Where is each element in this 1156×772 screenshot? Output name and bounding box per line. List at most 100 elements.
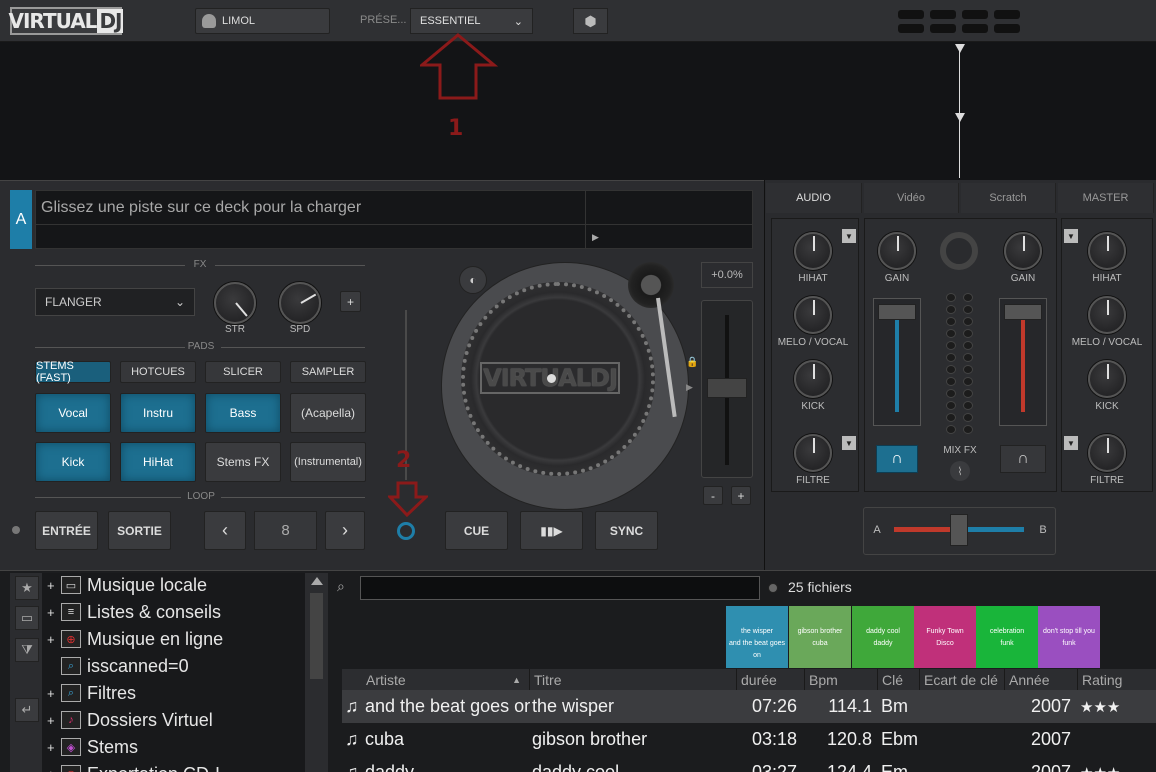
layout-selector-icon[interactable]	[898, 10, 1026, 34]
right-hihat-knob[interactable]	[1088, 232, 1126, 270]
pad-instrumental[interactable]: (Instrumental)	[290, 442, 366, 482]
cover-art[interactable]: celebration funk	[976, 606, 1038, 668]
cover-art[interactable]: gibson brother cuba	[789, 606, 851, 668]
favorites-icon[interactable]: ★	[15, 576, 39, 600]
right-kick-label: KICK	[1095, 401, 1119, 412]
cover-art[interactable]: the wisper and the beat goes on	[726, 606, 788, 668]
col-title[interactable]: Titre	[530, 669, 737, 690]
col-rating[interactable]: Rating	[1078, 669, 1156, 690]
folder-add-icon[interactable]: ▭	[15, 606, 39, 630]
pad-vocal[interactable]: Vocal	[35, 393, 111, 433]
col-key[interactable]: Clé	[878, 669, 920, 690]
loop-in-button[interactable]: ENTRÉE	[35, 511, 98, 550]
crossfader-handle[interactable]	[950, 514, 968, 546]
tree-item-label: Stems	[87, 736, 139, 757]
left-melo-knob[interactable]	[794, 296, 832, 334]
left-fader-handle[interactable]	[878, 304, 916, 320]
cue-button[interactable]: CUE	[445, 511, 508, 550]
cover-art[interactable]: don't stop till you funk	[1038, 606, 1100, 668]
right-gain-knob[interactable]	[1004, 232, 1042, 270]
cell-rating[interactable]	[1080, 723, 1152, 756]
play-small-icon[interactable]: ▶	[592, 232, 599, 243]
cell-rating[interactable]: ★★★	[1080, 690, 1152, 723]
col-key-diff[interactable]: Ecart de clé	[920, 669, 1005, 690]
pitch-slider-handle[interactable]	[707, 378, 747, 398]
mixer-tab-audio[interactable]: AUDIO	[766, 183, 862, 213]
left-filter-knob[interactable]	[794, 434, 832, 472]
left-gain-knob[interactable]	[878, 232, 916, 270]
col-artist[interactable]: Artiste ▲	[362, 669, 530, 690]
scroll-up-icon[interactable]	[310, 577, 323, 585]
fx-spd-knob[interactable]	[279, 282, 321, 324]
right-headphone-button[interactable]: ∩	[1000, 445, 1046, 473]
pad-tab-stems[interactable]: STEMS (FAST)	[35, 360, 111, 384]
right-melo-knob[interactable]	[1088, 296, 1126, 334]
mixer-tab-scratch[interactable]: Scratch	[961, 183, 1056, 213]
pad-stems-fx[interactable]: Stems FX	[205, 442, 281, 482]
sync-indicator-icon[interactable]	[397, 522, 415, 540]
filter-icon[interactable]: ⧩	[15, 638, 39, 662]
left-melo-label: MELO / VOCAL	[777, 337, 849, 348]
lock-icon[interactable]: 🔒	[686, 357, 698, 368]
cell-rating[interactable]: ★★★	[1080, 756, 1152, 772]
fx-effect-dropdown[interactable]: FLANGER ⌄	[35, 288, 195, 316]
mix-fx-icon[interactable]: ⌇	[950, 461, 970, 481]
tree-item[interactable]: ⌕ isscanned=0	[47, 653, 189, 679]
tree-item[interactable]: + ◈ Stems	[47, 734, 138, 760]
tree-scrollbar[interactable]	[305, 573, 328, 772]
cover-art[interactable]: Funky Town Disco	[914, 606, 976, 668]
pitch-minus-button[interactable]: -	[703, 486, 723, 505]
left-kick-knob[interactable]	[794, 360, 832, 398]
pad-kick[interactable]: Kick	[35, 442, 111, 482]
mixer-tab-video[interactable]: Vidéo	[864, 183, 959, 213]
left-hihat-knob[interactable]	[794, 232, 832, 270]
tree-item[interactable]: + ⊕ Musique en ligne	[47, 626, 223, 652]
back-icon[interactable]: ↵	[15, 698, 39, 722]
pad-tab-hotcues[interactable]: HOTCUES	[120, 361, 196, 383]
table-row[interactable]: ♫ and the beat goes on the wisper 07:26 …	[342, 690, 1156, 723]
eq-dropdown-arrow[interactable]: ▼	[842, 229, 856, 243]
right-fader-handle[interactable]	[1004, 304, 1042, 320]
waveform-area[interactable]	[0, 42, 1156, 180]
pad-instru[interactable]: Instru	[120, 393, 196, 433]
col-bpm[interactable]: Bpm	[805, 669, 878, 690]
fx-str-knob[interactable]	[214, 282, 256, 324]
cube-icon-button[interactable]: ⬢	[573, 8, 608, 34]
loop-out-button[interactable]: SORTIE	[108, 511, 171, 550]
filter-dropdown-arrow[interactable]: ▼	[1064, 436, 1078, 450]
right-filter-knob[interactable]	[1088, 434, 1126, 472]
preset-dropdown[interactable]: ESSENTIEL ⌄	[410, 8, 533, 34]
col-year[interactable]: Année	[1005, 669, 1078, 690]
right-kick-knob[interactable]	[1088, 360, 1126, 398]
search-input[interactable]	[360, 576, 760, 600]
loop-prev-button[interactable]: ‹	[204, 511, 246, 550]
master-volume-ring[interactable]	[940, 232, 978, 270]
platter-mode-icon[interactable]: ◐	[459, 266, 487, 294]
tree-item[interactable]: + ♪ Dossiers Virtuel	[47, 707, 213, 733]
pad-bass[interactable]: Bass	[205, 393, 281, 433]
filter-dropdown-arrow[interactable]: ▼	[842, 436, 856, 450]
mixer-tab-master[interactable]: MASTER	[1058, 183, 1154, 213]
sync-button[interactable]: SYNC	[595, 511, 658, 550]
tree-item[interactable]: + ▭ Musique locale	[47, 573, 207, 598]
tree-item[interactable]: +◉Exportation CD-I	[47, 761, 220, 772]
deck-letter[interactable]: A	[10, 190, 32, 249]
pad-acapella[interactable]: (Acapella)	[290, 393, 366, 433]
left-headphone-button[interactable]: ∩	[876, 445, 918, 473]
loop-next-button[interactable]: ›	[325, 511, 365, 550]
col-duration[interactable]: durée	[737, 669, 805, 690]
tree-item[interactable]: + ⌕ Filtres	[47, 680, 136, 706]
cover-art[interactable]: daddy cool daddy	[852, 606, 914, 668]
user-account-button[interactable]: LIMOL	[195, 8, 330, 34]
pad-tab-slicer[interactable]: SLICER	[205, 361, 281, 383]
table-row[interactable]: ♫ cuba gibson brother 03:18 120.8 Ebm 20…	[342, 723, 1156, 756]
fx-add-button[interactable]: +	[340, 291, 361, 312]
pad-tab-sampler[interactable]: SAMPLER	[290, 361, 366, 383]
eq-dropdown-arrow[interactable]: ▼	[1064, 229, 1078, 243]
tree-item[interactable]: + ≡ Listes & conseils	[47, 599, 221, 625]
pad-hihat[interactable]: HiHat	[120, 442, 196, 482]
pitch-arrow-icon[interactable]: ▶	[686, 382, 693, 393]
pitch-plus-button[interactable]: +	[731, 486, 751, 505]
table-row[interactable]: ♫ daddy daddy cool 03:27 124.4 Em 2007 ★…	[342, 756, 1156, 772]
play-pause-button[interactable]: ▮▮▶	[520, 511, 583, 550]
